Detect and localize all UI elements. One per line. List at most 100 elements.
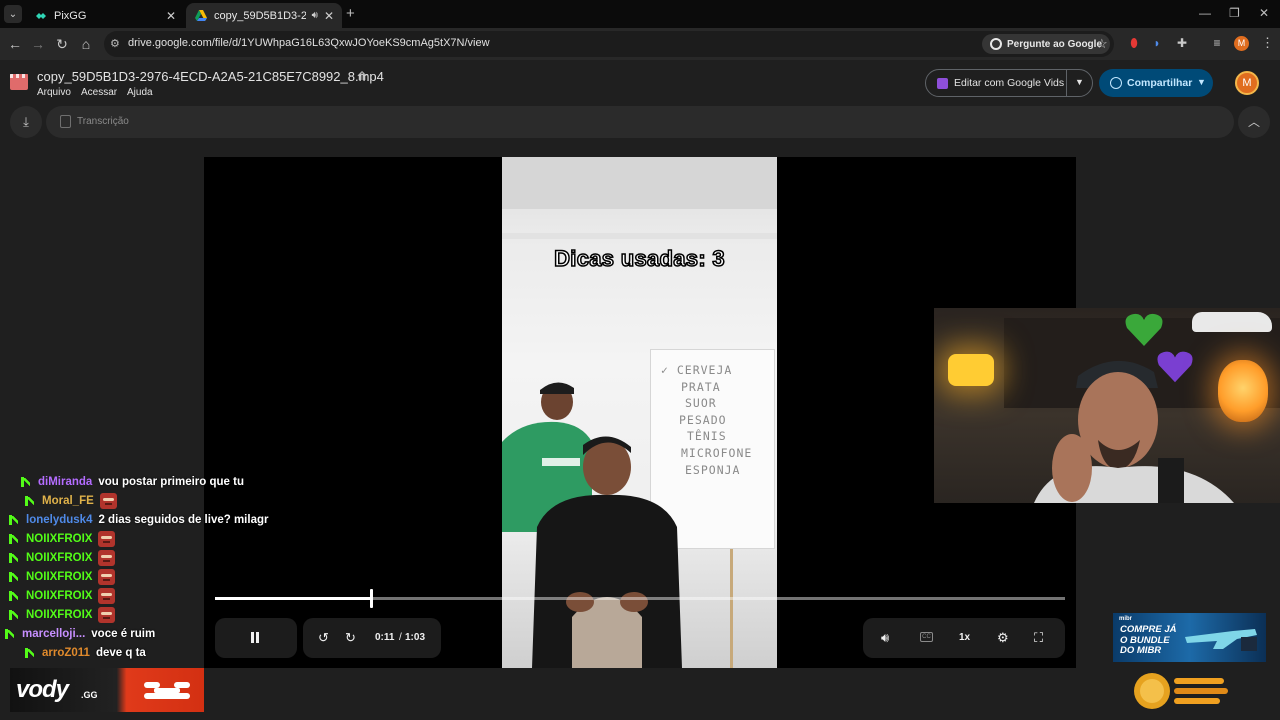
tab-title: PixGG [54,9,87,22]
kick-badge-icon [8,609,18,620]
playback-speed-button[interactable]: 1x [959,632,970,643]
vody-logo: vody [16,676,69,703]
account-avatar[interactable]: M [1235,71,1259,95]
whiteboard-line: PESADO [679,412,727,427]
share-button[interactable]: Compartilhar ▼ [1099,69,1213,97]
share-label: Compartilhar [1127,77,1193,89]
close-window-icon[interactable]: ✕ [1259,6,1269,20]
close-tab-icon[interactable]: ✕ [324,9,334,23]
seek-bar[interactable] [215,589,1065,608]
chevron-down-icon[interactable]: ▼ [1075,77,1084,87]
ask-google-button[interactable]: Pergunte ao Google [982,34,1111,54]
file-title[interactable]: copy_59D5B1D3-2976-4ECD-A2A5-21C85E7C899… [37,69,384,84]
new-tab-button[interactable]: + [346,5,355,22]
video-frame: ✓ CERVEJA PRATA SUOR PESADO TÊNIS MICROF… [502,157,777,668]
transcript-bar[interactable]: Transcrição [46,106,1234,138]
chat-username[interactable]: NOIIXFROIX [26,571,92,583]
chat-text: deve q ta [95,646,146,659]
rewind-10-icon[interactable]: ↺ [318,630,329,646]
stream-chat: diMiranda vou postar primeiro que tu Mor… [0,472,300,664]
chat-message: diMiranda vou postar primeiro que tu [20,472,244,491]
menu-acessar[interactable]: Acessar [81,87,117,98]
edit-with-vids-button[interactable]: Editar com Google Vids ▼ [925,69,1093,97]
media-control-icon[interactable]: ≡ [1210,36,1224,50]
kick-badge-icon [8,552,18,563]
url-text[interactable]: drive.google.com/file/d/1YUWhpaG16L63Qxw… [128,37,490,49]
forward-icon[interactable]: → [29,36,47,52]
streamer-figure [1034,360,1234,503]
seek-controls: ↺ ↻ 0:11 / 1:03 [303,618,441,658]
profile-avatar[interactable]: M [1234,36,1249,51]
coin-widget-icon [1134,673,1228,709]
mibr-bundle-ad[interactable]: mibr COMPRE JÁ O BUNDLE DO MIBR [1113,613,1266,662]
chevron-down-icon[interactable]: ▼ [1197,77,1206,87]
tab-pixgg[interactable]: PixGG ✕ [26,3,184,28]
chat-username[interactable]: arroZ011 [42,647,90,659]
extension-wave-icon[interactable]: ◗ [1150,36,1164,50]
tab-drive-video[interactable]: copy_59D5B1D3-2976-4ECD 🔊︎ ✕ [186,3,342,28]
chevron-up-icon[interactable]: ︿ [1238,106,1270,138]
back-icon[interactable]: ← [6,36,24,52]
chat-username[interactable]: marcelloji... [22,628,85,640]
bookmark-star-icon[interactable]: ☆ [1096,36,1108,52]
reload-icon[interactable]: ↻ [53,36,71,53]
extensions-puzzle-icon[interactable]: ✚ [1175,36,1189,50]
home-icon[interactable]: ⌂ [77,36,95,52]
video-ceiling [502,157,777,209]
kick-badge-icon [8,514,18,525]
address-bar[interactable]: ⚙ drive.google.com/file/d/1YUWhpaG16L63Q… [104,31,1114,57]
download-icon[interactable]: ⤓ [10,106,42,138]
weapon-skin-image [1185,629,1257,651]
person-foreground-figure [532,436,682,668]
transcript-doc-icon [60,115,71,128]
browser-menu-icon[interactable]: ⋮ [1261,35,1274,51]
settings-gear-icon[interactable]: ⚙ [997,630,1009,646]
tab-search-chevron-icon[interactable]: ⌄ [4,5,22,23]
browser-toolbar: ← → ↻ ⌂ ⚙ drive.google.com/file/d/1YUWhp… [0,28,1280,60]
chat-username[interactable]: lonelydusk4 [26,514,92,526]
extension-record-icon[interactable]: ⬮ [1127,36,1141,50]
chat-username[interactable]: diMiranda [38,476,92,488]
mibr-tag: mibr [1119,616,1133,622]
time-separator: / [399,632,402,643]
pixgg-favicon-icon [36,12,46,19]
ask-google-label: Pergunte ao Google [1007,38,1103,50]
chat-username[interactable]: NOIIXFROIX [26,609,92,621]
kick-badge-icon [24,495,34,506]
chat-message: NOIIXFROIX [8,605,116,624]
mibr-ad-text: COMPRE JÁ O BUNDLE DO MIBR [1120,624,1177,657]
fullscreen-icon[interactable]: ⛶ [1034,630,1043,646]
vody-mark-icon [144,682,190,699]
chat-message: NOIIXFROIX [8,567,116,586]
current-time: 0:11 [375,632,395,643]
restore-window-icon[interactable]: ❐ [1229,6,1240,20]
chat-username[interactable]: Moral_FE [42,495,94,507]
chat-message: Moral_FE [24,491,117,510]
chat-username[interactable]: NOIIXFROIX [26,552,92,564]
easel-leg [730,549,733,668]
shared-drive-icon[interactable]: ⟰ [357,69,367,83]
chat-username[interactable]: NOIIXFROIX [26,533,92,545]
kick-badge-icon [24,647,34,658]
kick-badge-icon [8,590,18,601]
site-info-icon[interactable]: ⚙ [110,37,120,50]
emote-icon [98,549,116,566]
kick-badge-icon [8,533,18,544]
menu-arquivo[interactable]: Arquivo [37,87,71,98]
yellow-lamp-decor [948,354,994,386]
forward-10-icon[interactable]: ↻ [345,630,356,646]
seek-handle[interactable] [370,589,373,608]
chat-text: voce é ruim [91,627,156,640]
minimize-window-icon[interactable]: — [1199,6,1211,20]
chat-message: NOIIXFROIX [8,548,116,567]
chat-username[interactable]: NOIIXFROIX [26,590,92,602]
volume-icon[interactable]: 🔊︎ [881,630,889,646]
vody-banner: vody .GG [10,668,204,712]
menu-ajuda[interactable]: Ajuda [127,87,153,98]
mibr-ad-line: COMPRE JÁ [1120,624,1177,635]
captions-icon[interactable]: CC [920,632,933,642]
audio-playing-icon[interactable]: 🔊︎ [312,10,318,21]
kick-badge-icon [8,571,18,582]
close-tab-icon[interactable]: ✕ [166,9,176,23]
chat-message: marcelloji... voce é ruim [4,624,155,643]
